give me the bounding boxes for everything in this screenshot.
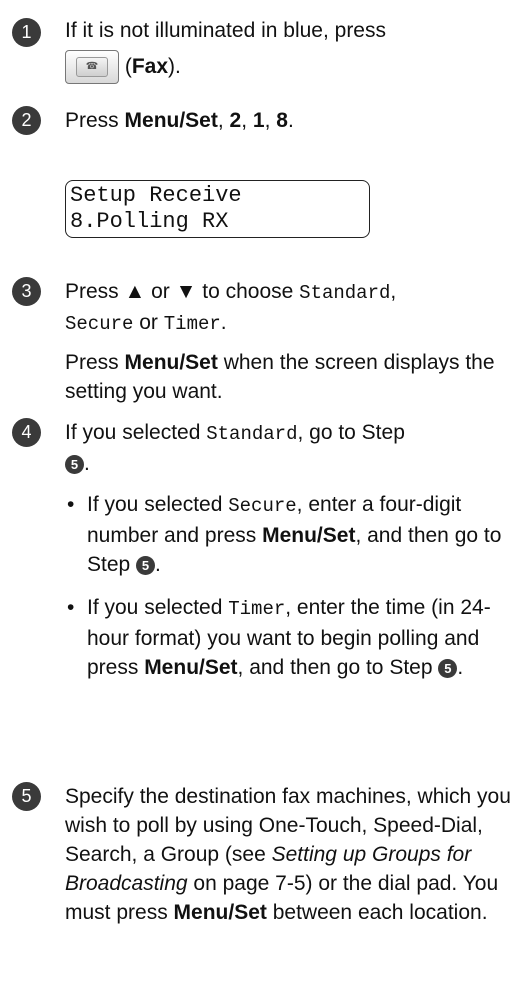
step-4-bullets: • If you selected Secure, enter a four-d… xyxy=(65,490,527,682)
step-number-4: 4 xyxy=(12,418,41,447)
step-number-1: 1 xyxy=(12,18,41,47)
step-ref-icon: 5 xyxy=(438,659,458,678)
step-number-5: 5 xyxy=(12,782,41,811)
step-3-text: Press ▲ or ▼ to choose Standard, Secure o… xyxy=(65,280,397,335)
step-2-text: Press Menu/Set, 2, 1, 8. xyxy=(65,109,294,132)
step-number-3: 3 xyxy=(12,277,41,306)
list-item: • If you selected Timer, enter the time … xyxy=(67,596,491,679)
step-5-text: Specify the destination fax machines, wh… xyxy=(65,785,511,924)
step-number-2: 2 xyxy=(12,106,41,135)
list-item: • If you selected Secure, enter a four-d… xyxy=(67,493,502,576)
step-ref-icon: 5 xyxy=(136,556,156,575)
fax-key-icon: ☎ xyxy=(65,50,119,85)
lcd-line-1: Setup Receive xyxy=(70,183,242,208)
step-1-text: If it is not illuminated in blue, press … xyxy=(65,16,525,89)
step-3-subtext: Press Menu/Set when the screen displays … xyxy=(65,351,495,403)
lcd-display: Setup Receive 8.Polling RX xyxy=(65,180,370,238)
step-4-text: If you selected Standard, go to Step 5. xyxy=(65,421,405,475)
step-ref-icon: 5 xyxy=(65,455,84,474)
lcd-line-2: 8.Polling RX xyxy=(70,209,229,234)
fax-key-label: Fax xyxy=(131,55,169,78)
